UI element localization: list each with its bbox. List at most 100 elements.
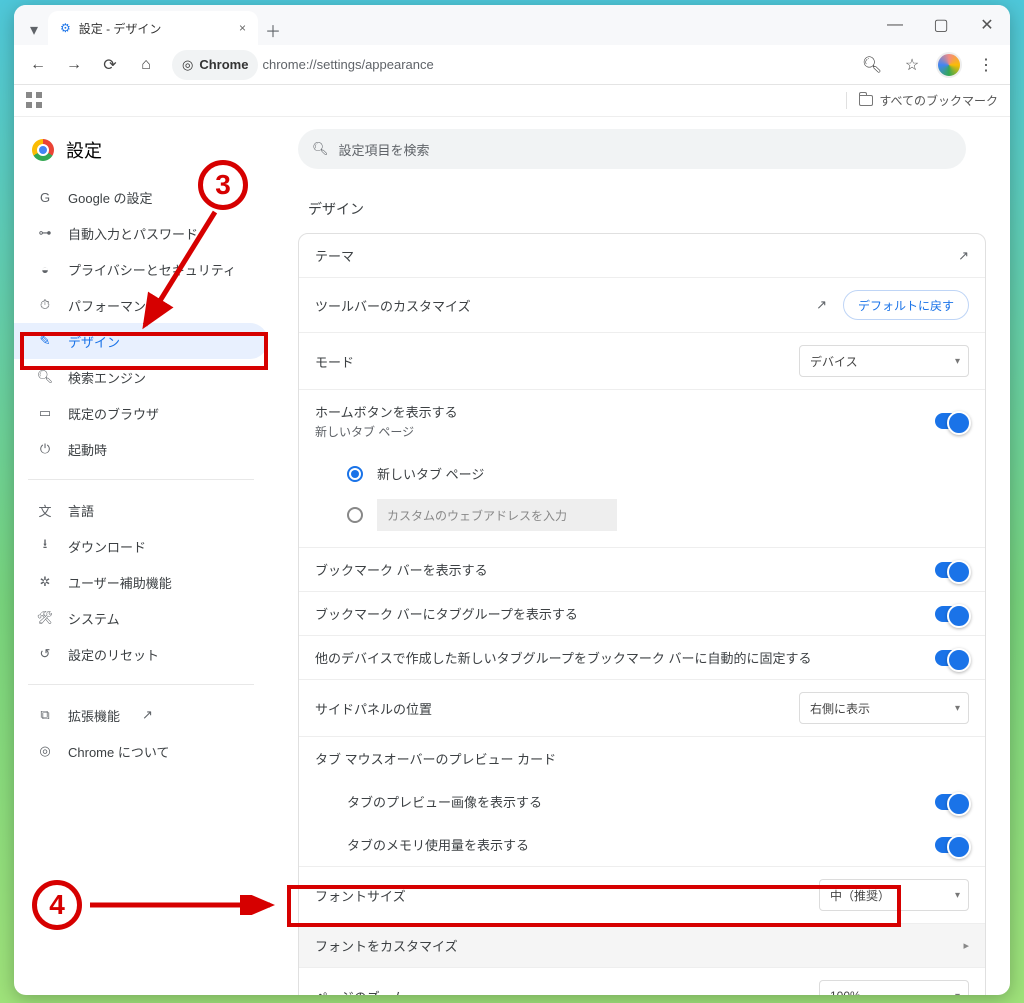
- new-tab-button[interactable]: ＋: [258, 15, 288, 45]
- google-icon: G: [36, 188, 54, 206]
- apps-icon[interactable]: [26, 92, 44, 110]
- mode-select[interactable]: デバイス: [799, 345, 969, 377]
- bookmark-bar-toggle[interactable]: [935, 562, 969, 578]
- profile-avatar[interactable]: [936, 52, 962, 78]
- search-placeholder: 設定項目を検索: [339, 140, 430, 159]
- home-button-toggle[interactable]: [935, 413, 969, 429]
- bookmark-star-icon[interactable]: ☆: [896, 49, 928, 81]
- sidebar-item-accessibility[interactable]: ✲ ユーザー補助機能: [14, 564, 268, 600]
- search-in-page-icon[interactable]: 🔍︎: [856, 49, 888, 81]
- auto-pin-toggle[interactable]: [935, 650, 969, 666]
- reset-icon: ↺: [36, 645, 54, 663]
- sidebar-item-label: システム: [68, 609, 120, 628]
- sidebar-item-label: デザイン: [68, 332, 120, 351]
- tab-list-button[interactable]: ▾: [20, 15, 48, 45]
- external-link-icon[interactable]: ↗: [816, 297, 827, 313]
- tab-groups-toggle[interactable]: [935, 606, 969, 622]
- custom-url-input[interactable]: カスタムのウェブアドレスを入力: [377, 499, 617, 531]
- sidebar-item-performance[interactable]: ⏱パフォーマンス: [14, 287, 268, 323]
- sidebar-item-label: Chrome について: [68, 742, 169, 761]
- close-icon[interactable]: ×: [239, 21, 246, 35]
- row-page-zoom: ページのズーム 100%: [299, 967, 985, 995]
- titlebar: ▾ ⚙ 設定 - デザイン × ＋ — ▢ ✕: [14, 5, 1010, 45]
- kebab-menu-icon[interactable]: ⋮: [970, 49, 1002, 81]
- sidebar-item-downloads[interactable]: ⭳ダウンロード: [14, 528, 268, 564]
- all-bookmarks-button[interactable]: すべてのブックマーク: [846, 92, 998, 109]
- wrench-icon: 🛠: [36, 609, 54, 627]
- sidebar-item-about[interactable]: ◎Chrome について: [14, 733, 268, 769]
- home-option-custom[interactable]: カスタムのウェブアドレスを入力: [299, 495, 985, 547]
- input-placeholder: カスタムのウェブアドレスを入力: [387, 507, 567, 524]
- language-icon: 文: [36, 501, 54, 519]
- tab-memory-toggle[interactable]: [935, 837, 969, 853]
- sidebar-item-search-engine[interactable]: 🔍︎検索エンジン: [14, 359, 268, 395]
- row-label: フォントをカスタマイズ: [315, 936, 963, 955]
- row-font-size: フォントサイズ 中（推奨）: [299, 866, 985, 923]
- sidebar-item-appearance[interactable]: ✎ デザイン: [14, 323, 268, 359]
- sidebar-item-label: プライバシーとセキュリティ: [68, 260, 236, 279]
- reset-default-button[interactable]: デフォルトに戻す: [843, 290, 969, 320]
- radio-unselected-icon[interactable]: [347, 507, 363, 523]
- row-tab-memory: タブのメモリ使用量を表示する: [299, 823, 985, 866]
- settings-search-input[interactable]: 🔍︎ 設定項目を検索: [298, 129, 966, 169]
- maximize-button[interactable]: ▢: [918, 5, 964, 45]
- section-title: デザイン: [298, 175, 986, 233]
- row-label: サイドパネルの位置: [315, 699, 799, 718]
- radio-selected-icon[interactable]: [347, 466, 363, 482]
- font-size-select[interactable]: 中（推奨）: [819, 879, 969, 911]
- forward-button[interactable]: →: [58, 49, 90, 81]
- external-link-icon: ↗: [958, 248, 969, 264]
- close-button[interactable]: ✕: [964, 5, 1010, 45]
- sidebar-item-privacy[interactable]: ◒ プライバシーとセキュリティ: [14, 251, 268, 287]
- row-customize-fonts[interactable]: フォントをカスタマイズ ▸: [299, 923, 985, 967]
- select-value: デバイス: [810, 353, 858, 370]
- row-label: タブのメモリ使用量を表示する: [347, 835, 935, 854]
- window-buttons: — ▢ ✕: [872, 5, 1010, 45]
- page-title: 設定: [66, 137, 102, 163]
- palette-icon: ✎: [36, 332, 54, 350]
- row-show-tab-groups: ブックマーク バーにタブグループを表示する: [299, 591, 985, 635]
- browser-icon: ▭: [36, 404, 54, 422]
- side-panel-select[interactable]: 右側に表示: [799, 692, 969, 724]
- sidebar-item-autofill[interactable]: ⊶自動入力とパスワード: [14, 215, 268, 251]
- row-tab-hover: タブ マウスオーバーのプレビュー カード: [299, 736, 985, 780]
- sidebar-item-google[interactable]: G Google の設定: [14, 179, 268, 215]
- browser-window: ▾ ⚙ 設定 - デザイン × ＋ — ▢ ✕ ← → ⟳ ⌂ ◎ Chrome…: [14, 5, 1010, 995]
- tab-preview-toggle[interactable]: [935, 794, 969, 810]
- accessibility-icon: ✲: [36, 573, 54, 591]
- page-zoom-select[interactable]: 100%: [819, 980, 969, 995]
- row-auto-pin-groups: 他のデバイスで作成した新しいタブグループをブックマーク バーに自動的に固定する: [299, 635, 985, 679]
- key-icon: ⊶: [36, 224, 54, 242]
- row-show-bookmark-bar: ブックマーク バーを表示する: [299, 547, 985, 591]
- external-link-icon: ↗: [142, 707, 153, 723]
- sidebar-item-reset[interactable]: ↺設定のリセット: [14, 636, 268, 672]
- row-label: ホームボタンを表示する: [315, 402, 935, 421]
- minimize-button[interactable]: —: [872, 5, 918, 45]
- sidebar-item-on-startup[interactable]: ⏻起動時: [14, 431, 268, 467]
- sidebar-item-extensions[interactable]: ⧉拡張機能↗: [14, 697, 268, 733]
- search-icon: 🔍︎: [312, 141, 329, 157]
- button-label: デフォルトに戻す: [858, 297, 954, 314]
- sidebar-item-label: 言語: [68, 501, 94, 520]
- back-button[interactable]: ←: [22, 49, 54, 81]
- home-option-newtab[interactable]: 新しいタブ ページ: [299, 452, 985, 495]
- row-theme[interactable]: テーマ ↗: [299, 234, 985, 277]
- appearance-card: テーマ ↗ ツールバーのカスタマイズ ↗ デフォルトに戻す モード デバイス ホ…: [298, 233, 986, 995]
- site-chip[interactable]: ◎ Chrome: [172, 50, 258, 80]
- row-label: ページのズーム: [315, 987, 819, 996]
- sidebar-item-system[interactable]: 🛠 システム: [14, 600, 268, 636]
- sidebar-item-label: ユーザー補助機能: [68, 573, 172, 592]
- omnibox[interactable]: ◎ Chrome chrome://settings/appearance: [166, 50, 852, 80]
- shield-icon: ◒: [36, 260, 54, 278]
- row-home-button: ホームボタンを表示する 新しいタブ ページ: [299, 389, 985, 452]
- site-label: Chrome: [199, 57, 248, 72]
- reload-button[interactable]: ⟳: [94, 49, 126, 81]
- sidebar-item-label: 検索エンジン: [68, 368, 146, 387]
- home-button[interactable]: ⌂: [130, 49, 162, 81]
- sidebar-item-languages[interactable]: 文言語: [14, 492, 268, 528]
- row-toolbar-customize: ツールバーのカスタマイズ ↗ デフォルトに戻す: [299, 277, 985, 332]
- sidebar-item-label: Google の設定: [68, 188, 153, 207]
- chrome-icon: ◎: [182, 57, 193, 73]
- sidebar-item-default-browser[interactable]: ▭既定のブラウザ: [14, 395, 268, 431]
- browser-tab[interactable]: ⚙ 設定 - デザイン ×: [48, 11, 258, 45]
